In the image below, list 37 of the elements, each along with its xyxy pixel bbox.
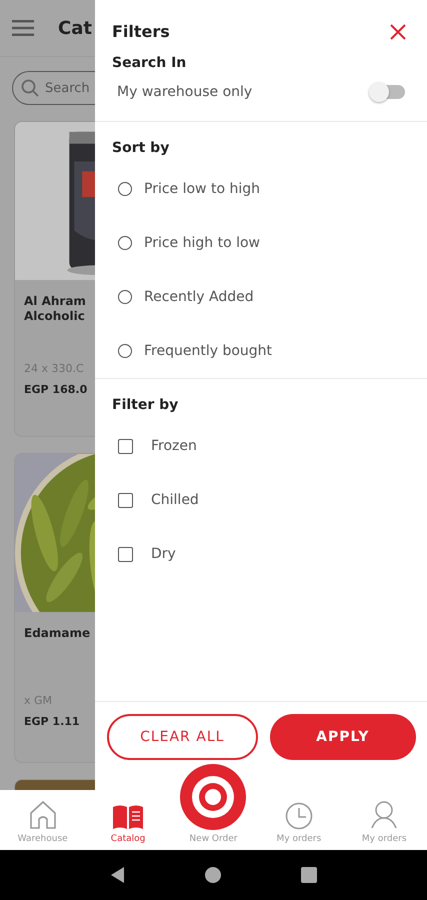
person-icon (370, 800, 398, 830)
clear-all-button[interactable]: CLEAR ALL (107, 714, 258, 760)
screen-title: Cat (58, 18, 92, 38)
option-label[interactable]: Price high to low (144, 235, 260, 251)
option-label[interactable]: Recently Added (144, 289, 254, 305)
recents-icon[interactable] (300, 866, 318, 884)
clock-icon (284, 802, 313, 830)
menu-icon[interactable] (12, 20, 34, 36)
option-label[interactable]: Price low to high (144, 181, 260, 197)
close-icon[interactable] (390, 24, 406, 40)
option-label[interactable]: Frequently bought (144, 343, 272, 359)
nav-tab[interactable]: Catalog (90, 804, 166, 844)
checkbox[interactable] (118, 492, 133, 508)
product-price: EGP 168.0 (24, 383, 88, 396)
radio-button[interactable] (118, 344, 132, 358)
checkbox[interactable] (118, 546, 133, 562)
product-name: Al Ahram Alcoholic (24, 294, 87, 325)
product-price: EGP 1.11 (24, 715, 81, 728)
back-icon[interactable] (108, 866, 127, 884)
checkbox[interactable] (118, 438, 133, 454)
radio-button[interactable] (118, 290, 132, 304)
section-heading: Filter by (111, 396, 180, 413)
apply-button[interactable]: APPLY (270, 714, 416, 760)
option-label[interactable]: Frozen (151, 438, 197, 454)
search-icon (21, 79, 39, 97)
home-icon[interactable] (204, 866, 222, 884)
house-icon (28, 800, 57, 830)
panel-title: Filters (112, 22, 170, 41)
option-label[interactable]: Dry (151, 546, 176, 562)
section-heading: Search In (111, 54, 188, 71)
radio-button[interactable] (118, 182, 132, 196)
book-icon (112, 804, 144, 830)
section-heading: Sort by (111, 139, 170, 156)
product-name: Edamame (24, 626, 92, 642)
option-label[interactable]: Chilled (151, 492, 199, 508)
radio-button[interactable] (118, 236, 132, 250)
option-label: My warehouse only (117, 84, 252, 100)
